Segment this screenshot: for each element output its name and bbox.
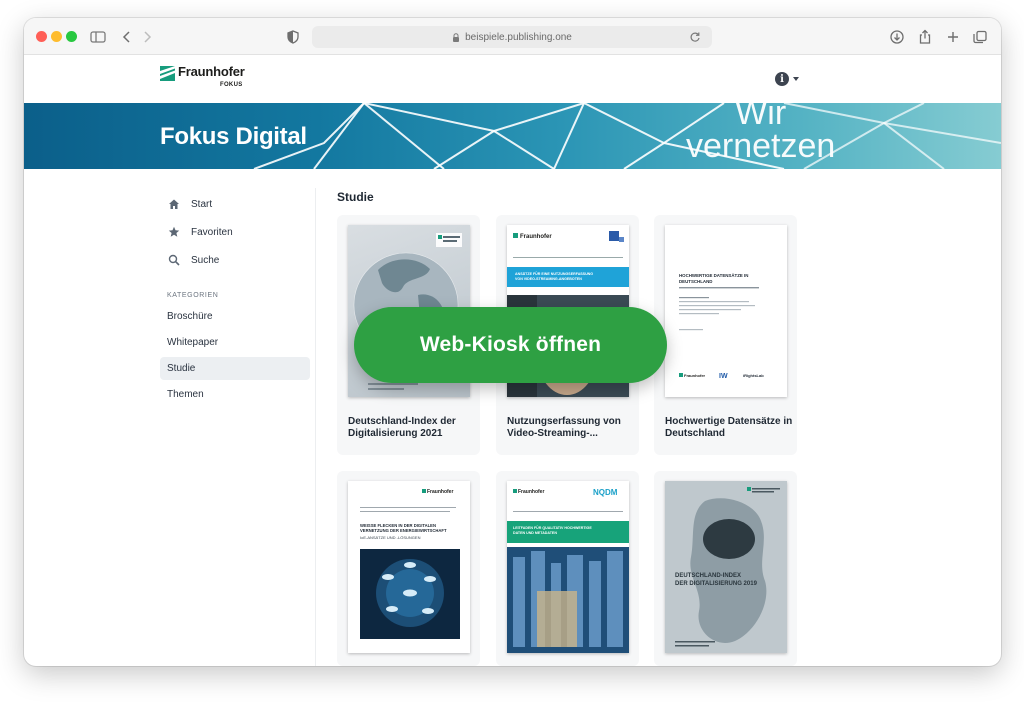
svg-text:DEUTSCHLAND: DEUTSCHLAND xyxy=(679,279,712,284)
publication-card[interactable]: HOCHWERTIGE DATENSÄTZE IN DEUTSCHLAND Fr… xyxy=(654,215,797,455)
open-web-kiosk-button[interactable]: Web-Kiosk öffnen xyxy=(354,307,667,383)
chevron-down-icon xyxy=(793,77,799,81)
svg-text:Fraunhofer: Fraunhofer xyxy=(520,234,552,240)
lock-icon xyxy=(452,32,460,42)
zoom-window-button[interactable] xyxy=(66,31,77,42)
url-text: beispiele.publishing.one xyxy=(465,31,572,43)
category-studie[interactable]: Studie xyxy=(160,357,310,380)
svg-text:DER DIGITALISIERUNG 2019: DER DIGITALISIERUNG 2019 xyxy=(675,581,758,587)
section-title: Studie xyxy=(337,190,374,204)
card-title: Deutschland-Index der Digitalisierung 20… xyxy=(348,416,456,439)
publication-cover: Fraunhofer WEISSE FLECKEN IN DER DIGITAL… xyxy=(348,481,470,653)
sidebar-item-start[interactable]: Start xyxy=(160,190,310,218)
banner-slogan: Wir vernetzen xyxy=(686,103,835,163)
svg-text:LEITFADEN FÜR QUALITATIV HOCHW: LEITFADEN FÜR QUALITATIV HOCHWERTIGE xyxy=(513,525,592,530)
svg-text:IW: IW xyxy=(719,373,728,380)
sidebar-divider xyxy=(315,188,316,666)
categories-header: KATEGORIEN xyxy=(167,292,219,299)
publication-cover: HOCHWERTIGE DATENSÄTZE IN DEUTSCHLAND Fr… xyxy=(665,225,787,397)
sidebar: Start Favoriten Suche KATEGORIEN Broschü… xyxy=(160,190,310,409)
home-icon xyxy=(167,197,181,211)
close-window-button[interactable] xyxy=(36,31,47,42)
back-icon[interactable] xyxy=(118,28,136,46)
reload-icon[interactable] xyxy=(688,30,702,44)
category-whitepaper[interactable]: Whitepaper xyxy=(160,331,310,354)
fraunhofer-logo-mark-icon xyxy=(160,66,175,81)
info-icon: i xyxy=(775,72,789,86)
app-header: Fraunhofer FOKUS i xyxy=(24,55,1001,103)
slogan-line-2: vernetzen xyxy=(686,127,836,165)
svg-text:VON VIDEO-STREAMING-ANGEBOTEN: VON VIDEO-STREAMING-ANGEBOTEN xyxy=(515,277,582,281)
publication-card[interactable]: Fraunhofer NQDM LEITFADEN FÜR QUALITATIV… xyxy=(496,471,639,666)
publication-cover: DEUTSCHLAND-INDEX DER DIGITALISIERUNG 20… xyxy=(665,481,787,653)
new-tab-icon[interactable] xyxy=(944,28,962,46)
logo-name: Fraunhofer xyxy=(178,64,245,79)
svg-text:NQDM: NQDM xyxy=(593,488,618,497)
info-menu-button[interactable]: i xyxy=(775,72,799,86)
svg-text:Fraunhofer: Fraunhofer xyxy=(518,489,544,495)
forward-icon[interactable] xyxy=(138,28,156,46)
svg-text:Fraunhofer: Fraunhofer xyxy=(427,489,453,495)
search-icon xyxy=(167,253,181,267)
banner-title: Fokus Digital xyxy=(160,123,307,150)
slogan-line-1: Wir xyxy=(735,103,787,132)
category-themen[interactable]: Themen xyxy=(160,383,310,406)
svg-text:VERNETZUNG DER ENERGIEWIRTSCHA: VERNETZUNG DER ENERGIEWIRTSCHAFT xyxy=(360,528,447,533)
tab-overview-icon[interactable] xyxy=(971,28,989,46)
card-title: Hochwertige Datensätze in Deutschland xyxy=(665,416,793,439)
svg-text:HOCHWERTIGE DATENSÄTZE IN: HOCHWERTIGE DATENSÄTZE IN xyxy=(679,273,748,278)
sidebar-item-label: Suche xyxy=(191,254,220,266)
sidebar-item-favoriten[interactable]: Favoriten xyxy=(160,218,310,246)
browser-toolbar: beispiele.publishing.one xyxy=(24,18,1001,55)
star-icon xyxy=(167,225,181,239)
svg-text:iRightsLab: iRightsLab xyxy=(743,373,764,378)
minimize-window-button[interactable] xyxy=(51,31,62,42)
browser-window: beispiele.publishing.one Fraunhofer FOKU… xyxy=(24,18,1001,666)
card-title: Nutzungserfassung von Video-Streaming-..… xyxy=(507,416,621,439)
sidebar-item-label: Favoriten xyxy=(191,226,233,238)
hero-banner: Fokus Digital Wir vernetzen xyxy=(24,103,1001,169)
svg-text:DATEN UND METADATEN: DATEN UND METADATEN xyxy=(513,531,557,535)
address-bar[interactable]: beispiele.publishing.one xyxy=(312,26,712,48)
publication-cover: Fraunhofer NQDM LEITFADEN FÜR QUALITATIV… xyxy=(507,481,629,653)
publication-card[interactable]: Fraunhofer WEISSE FLECKEN IN DER DIGITAL… xyxy=(337,471,480,666)
publication-card[interactable]: DEUTSCHLAND-INDEX DER DIGITALISIERUNG 20… xyxy=(654,471,797,666)
svg-text:ANSÄTZE FÜR EINE NUTZUNGSERFAS: ANSÄTZE FÜR EINE NUTZUNGSERFASSUNG xyxy=(515,271,593,276)
sidebar-item-suche[interactable]: Suche xyxy=(160,246,310,274)
share-icon[interactable] xyxy=(916,28,934,46)
download-icon[interactable] xyxy=(888,28,906,46)
privacy-shield-icon[interactable] xyxy=(284,28,302,46)
sidebar-item-label: Start xyxy=(191,198,213,210)
svg-text:DEUTSCHLAND-INDEX: DEUTSCHLAND-INDEX xyxy=(675,573,741,579)
category-broschuere[interactable]: Broschüre xyxy=(160,305,310,328)
svg-text:IoE-ANSÄTZE UND -LÖSUNGEN: IoE-ANSÄTZE UND -LÖSUNGEN xyxy=(360,535,421,540)
svg-text:Fraunhofer: Fraunhofer xyxy=(684,373,706,378)
sidebar-toggle-icon[interactable] xyxy=(89,28,107,46)
logo-subtitle: FOKUS xyxy=(220,82,243,88)
